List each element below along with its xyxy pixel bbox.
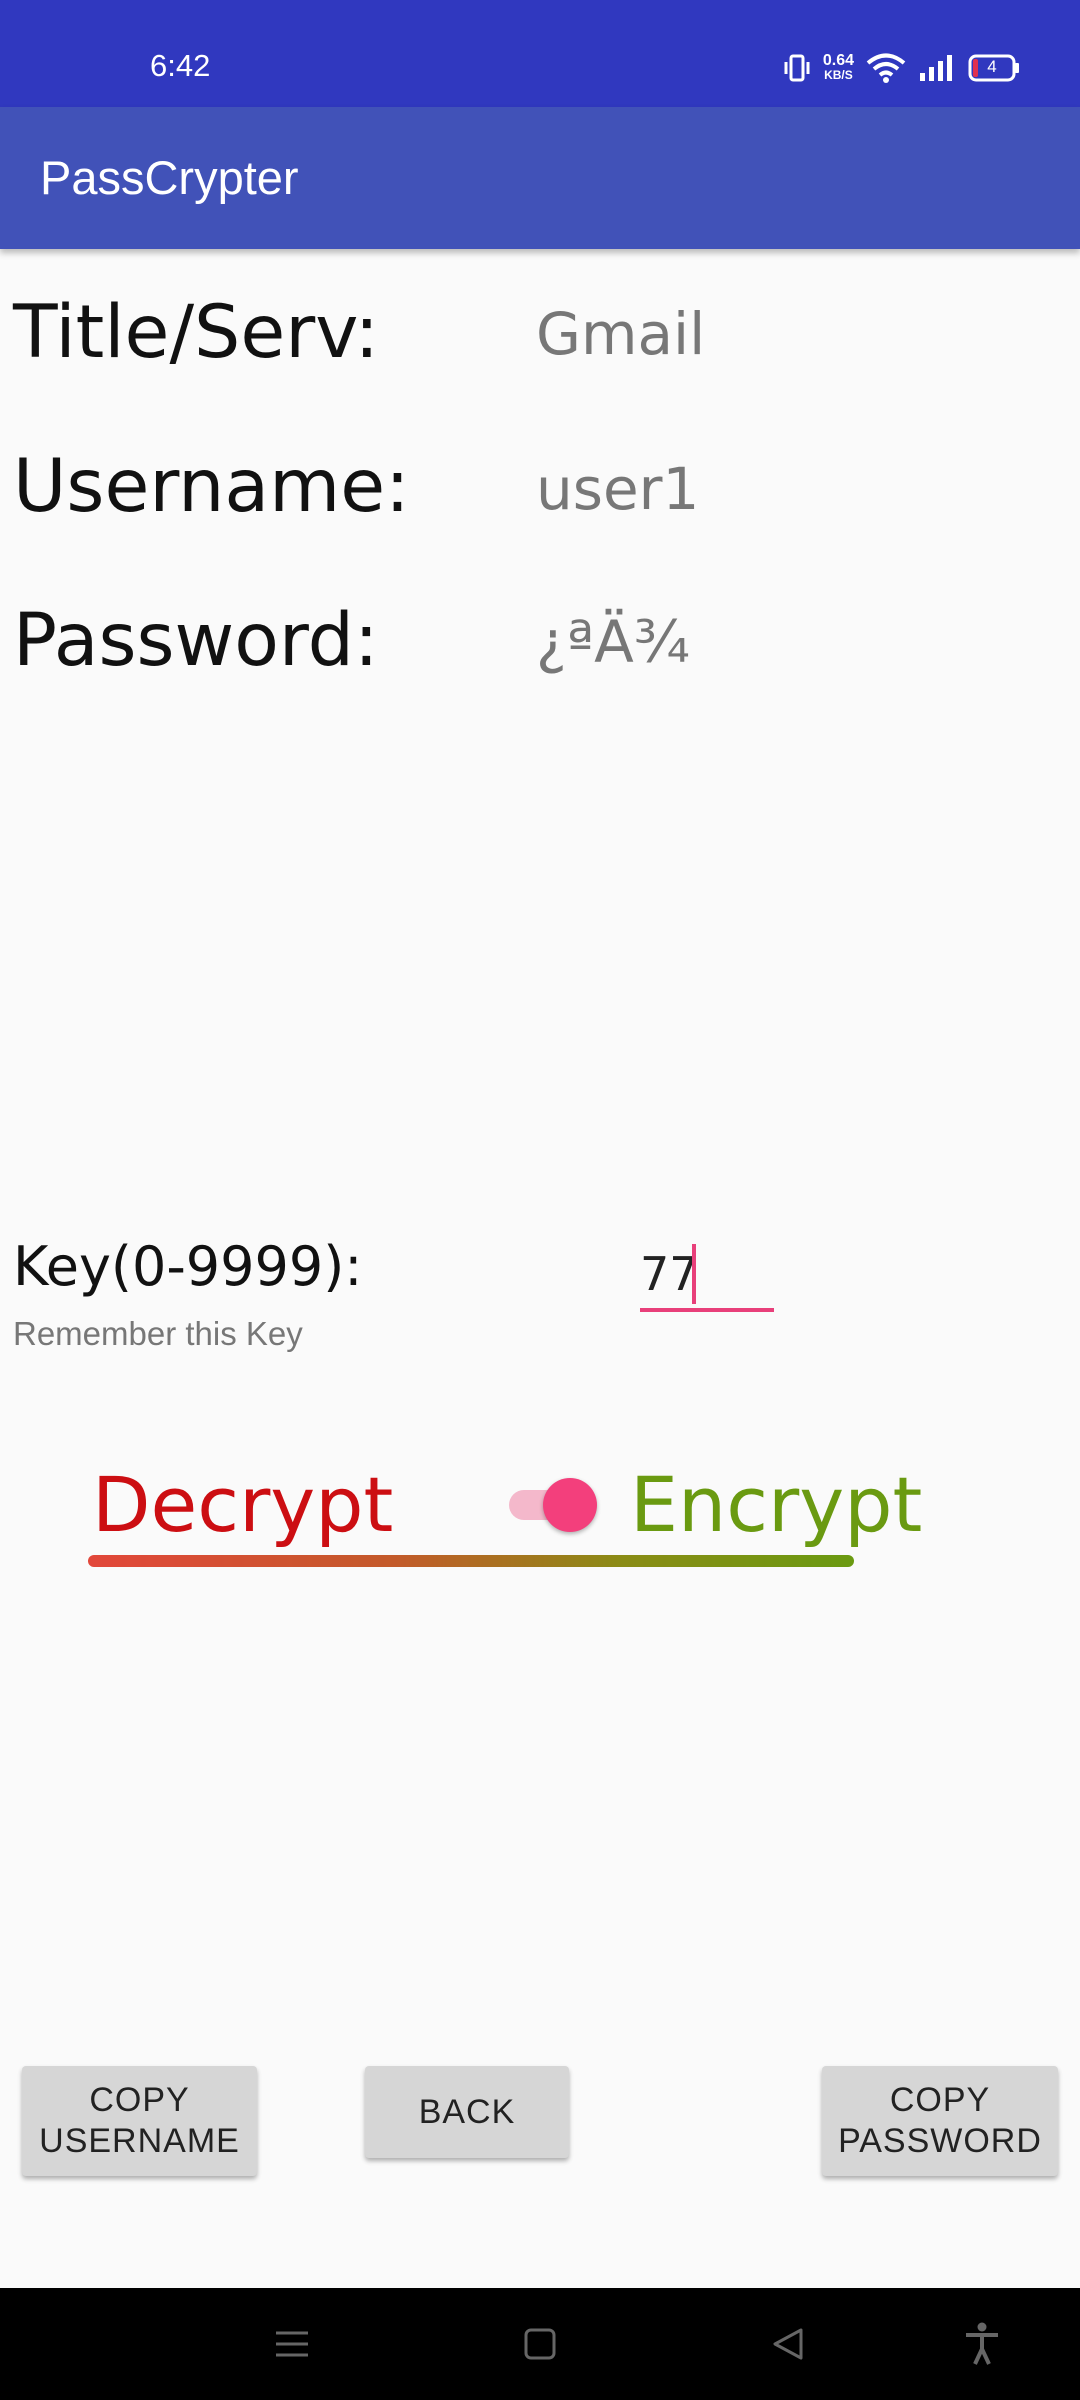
back-button[interactable]: BACK: [365, 2066, 569, 2158]
key-label: Key(0-9999):: [13, 1235, 363, 1298]
username-value: user1: [536, 455, 700, 523]
copy-password-label-line1: COPY: [889, 2081, 991, 2119]
status-time: 6:42: [150, 48, 211, 83]
encrypt-label: Encrypt: [630, 1460, 923, 1549]
copy-username-label-line1: COPY: [89, 2081, 190, 2119]
copy-password-label-line2: PASSWORD: [838, 2122, 1042, 2160]
app-title: PassCrypter: [40, 151, 299, 204]
menu-icon[interactable]: [266, 2318, 318, 2370]
title-value: Gmail: [536, 300, 706, 368]
status-icons: 0.64 KB/S 4: [783, 48, 1020, 88]
password-label: Password:: [13, 598, 379, 683]
vibrate-icon: [783, 53, 811, 83]
title-label: Title/Serv:: [13, 290, 380, 375]
key-input[interactable]: [640, 1240, 774, 1312]
net-speed-value: 0.64: [822, 52, 854, 69]
text-caret: [692, 1244, 696, 1304]
back-button-label: BACK: [418, 2092, 516, 2131]
copy-username-label-line2: USERNAME: [39, 2122, 240, 2160]
accessibility-icon[interactable]: [956, 2318, 1008, 2370]
home-icon[interactable]: [514, 2318, 566, 2370]
status-bar: 6:42 0.64 KB/S 4: [0, 0, 1080, 107]
username-label: Username:: [13, 444, 410, 529]
decrypt-label: Decrypt: [92, 1460, 394, 1549]
wifi-icon: [866, 52, 906, 84]
mode-gradient-underline: [88, 1555, 854, 1567]
key-hint: Remember this Key: [13, 1315, 303, 1352]
toggle-thumb: [543, 1478, 597, 1532]
app-bar: PassCrypter: [0, 107, 1080, 249]
signal-icon: [918, 53, 956, 83]
copy-password-button[interactable]: COPY PASSWORD: [822, 2066, 1058, 2176]
password-value: ¿ªÄ¾: [536, 608, 691, 676]
battery-icon: 4: [968, 54, 1020, 82]
encrypt-decrypt-toggle[interactable]: [505, 1478, 597, 1532]
net-speed: 0.64 KB/S: [823, 53, 854, 83]
battery-level: 4: [987, 57, 997, 76]
copy-username-button[interactable]: COPY USERNAME: [22, 2066, 257, 2176]
net-speed-unit: KB/S: [824, 68, 853, 82]
back-icon[interactable]: [762, 2318, 814, 2370]
navigation-bar: [0, 2288, 1080, 2400]
